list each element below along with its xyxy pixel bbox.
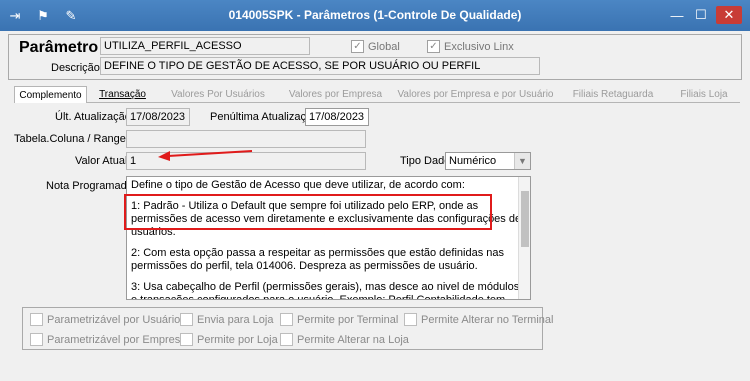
tipo-dado-label: Tipo Dado: [400, 155, 451, 167]
descricao-field[interactable]: DEFINE O TIPO DE GESTÃO DE ACESSO, SE PO…: [100, 57, 540, 75]
scrollbar-thumb[interactable]: [521, 191, 529, 247]
tabela-field[interactable]: [126, 130, 366, 148]
parametrizavel-empresa-checkbox[interactable]: Parametrizável por Empresa: [30, 333, 186, 346]
parametrizavel-usuario-checkbox[interactable]: Parametrizável por Usuário: [30, 313, 180, 326]
global-label: Global: [368, 40, 400, 53]
option-label: Permite Alterar no Terminal: [421, 313, 554, 326]
tab-complemento[interactable]: Complemento: [14, 86, 87, 103]
permite-alterar-terminal-checkbox[interactable]: Permite Alterar no Terminal: [404, 313, 553, 326]
tab-transacao[interactable]: Transação: [87, 86, 158, 103]
check-icon: ✓: [351, 40, 364, 53]
window-title: 014005SPK - Parâmetros (1-Controle De Qu…: [228, 8, 522, 22]
option-label: Permite por Loja: [197, 333, 278, 346]
ult-atualizacao-field[interactable]: 17/08/2023: [126, 108, 190, 126]
exclusivo-linx-checkbox[interactable]: ✓ Exclusivo Linx: [427, 40, 514, 53]
checkbox-icon: [30, 333, 43, 346]
option-label: Permite Alterar na Loja: [297, 333, 409, 346]
tab-filiais-loja[interactable]: Filiais Loja: [668, 86, 740, 103]
tab-valores-usuarios[interactable]: Valores Por Usuários: [158, 86, 278, 103]
checkbox-icon: [180, 333, 193, 346]
maximize-button[interactable]: ☐: [692, 6, 710, 24]
option-label: Envia para Loja: [197, 313, 274, 326]
global-checkbox[interactable]: ✓ Global: [351, 40, 400, 53]
option-label: Parametrizável por Usuário: [47, 313, 181, 326]
permite-terminal-checkbox[interactable]: Permite por Terminal: [280, 313, 398, 326]
checkbox-icon: [180, 313, 193, 326]
nota-paragraph: Define o tipo de Gestão de Acesso que de…: [131, 179, 465, 191]
option-label: Permite por Terminal: [297, 313, 399, 326]
tab-valores-empresa[interactable]: Valores por Empresa: [278, 86, 393, 103]
tabela-label: Tabela.Coluna / Range: [14, 133, 126, 145]
parametro-label: Parâmetro: [19, 39, 99, 56]
penultima-field[interactable]: 17/08/2023: [305, 108, 369, 126]
chevron-down-icon[interactable]: ▼: [514, 153, 530, 169]
exclusivo-label: Exclusivo Linx: [444, 40, 514, 53]
penultima-label: Penúltima Atualização: [210, 111, 319, 123]
nota-label: Nota Programador: [46, 180, 137, 192]
valor-atual-label: Valor Atual: [75, 155, 128, 167]
permite-alterar-loja-checkbox[interactable]: Permite Alterar na Loja: [280, 333, 409, 346]
descricao-label: Descrição: [51, 62, 100, 74]
minimize-button[interactable]: —: [668, 6, 686, 24]
close-button[interactable]: ✕: [716, 6, 742, 24]
option-label: Parametrizável por Empresa: [47, 333, 187, 346]
nota-scrollbar[interactable]: [518, 177, 530, 299]
red-arrow-annotation: [158, 150, 253, 161]
ult-atualizacao-label: Últ. Atualização: [55, 111, 131, 123]
check-icon: ✓: [427, 40, 440, 53]
checkbox-icon: [280, 313, 293, 326]
checkbox-icon: [404, 313, 417, 326]
nota-paragraph: 3: Usa cabeçalho de Perfil (permissões g…: [131, 281, 520, 300]
tab-valores-empresa-usuario[interactable]: Valores por Empresa e por Usuário: [393, 86, 558, 103]
title-bar: ⇥ ⚑ ✎ 014005SPK - Parâmetros (1-Controle…: [0, 0, 750, 31]
envia-loja-checkbox[interactable]: Envia para Loja: [180, 313, 273, 326]
permite-loja-checkbox[interactable]: Permite por Loja: [180, 333, 278, 346]
tab-filiais-retaguarda[interactable]: Filiais Retaguarda: [558, 86, 668, 103]
checkbox-icon: [280, 333, 293, 346]
tipo-dado-value: Numérico: [449, 155, 497, 167]
nota-paragraph: 2: Com esta opção passa a respeitar as p…: [131, 247, 504, 272]
tipo-dado-select[interactable]: Numérico ▼: [445, 152, 531, 170]
highlight-box: [124, 194, 492, 230]
parameter-header: Parâmetro UTILIZA_PERFIL_ACESSO ✓ Global…: [8, 34, 742, 80]
parametro-field[interactable]: UTILIZA_PERFIL_ACESSO: [100, 37, 310, 55]
tab-bar: Complemento Transação Valores Por Usuári…: [14, 86, 740, 103]
checkbox-icon: [30, 313, 43, 326]
